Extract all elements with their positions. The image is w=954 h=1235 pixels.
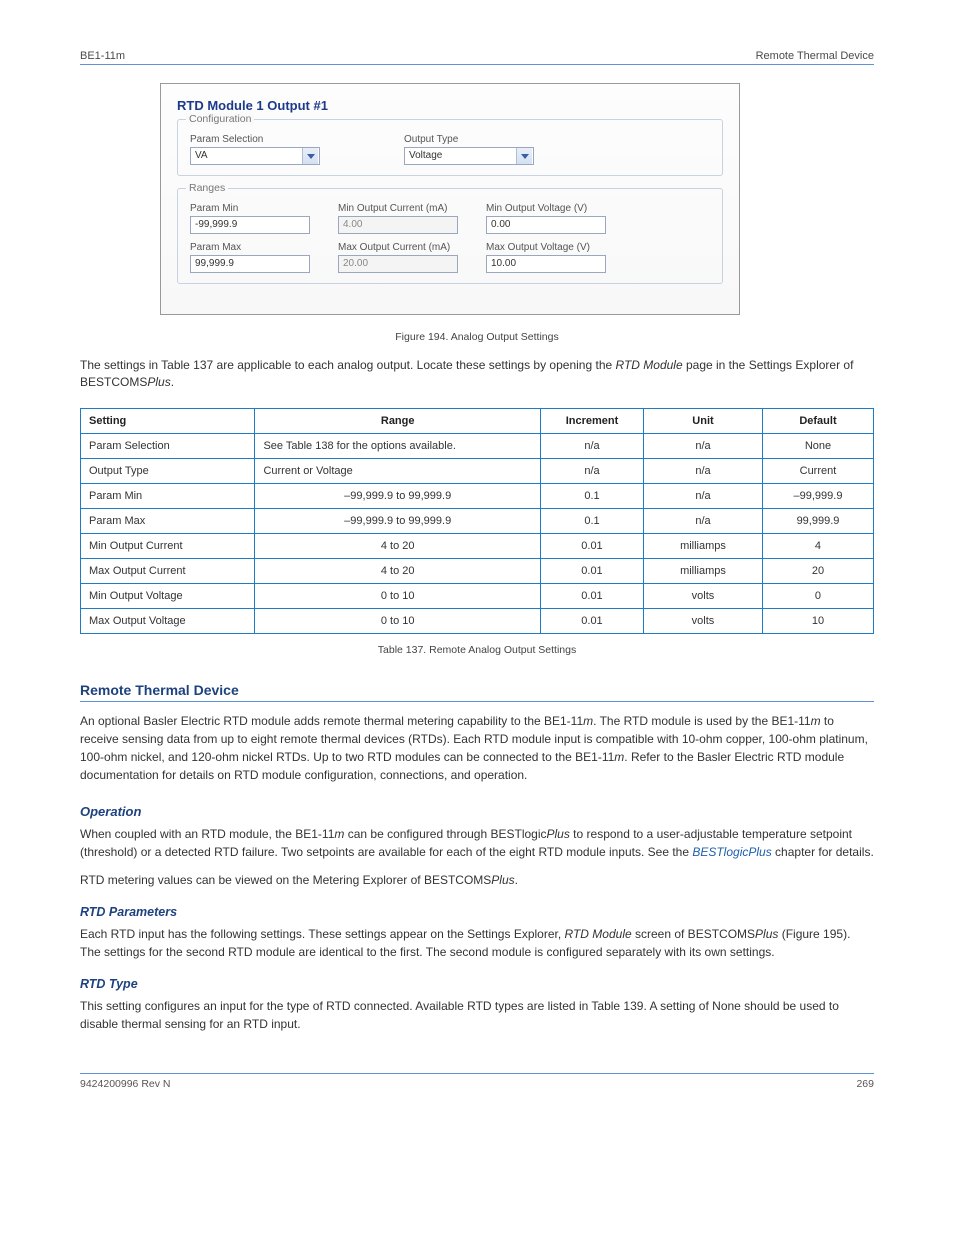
figure-title: RTD Module 1 Output #1 — [177, 98, 723, 113]
table-body: Param Selection See Table 138 for the op… — [81, 433, 874, 633]
col-increment: Increment — [540, 408, 643, 433]
legend-configuration: Configuration — [186, 113, 254, 125]
input-min-output-voltage[interactable]: 0.00 — [486, 216, 606, 234]
subhead-operation: Operation — [80, 804, 874, 819]
subhead-rtd-type: RTD Type — [80, 977, 874, 991]
para-metering: RTD metering values can be viewed on the… — [80, 871, 874, 889]
para-rtd-type: This setting configures an input for the… — [80, 997, 874, 1033]
table-row: Max Output Voltage 0 to 10 0.01 volts 10 — [81, 608, 874, 633]
figure-analog-output: RTD Module 1 Output #1 Configuration Par… — [160, 83, 740, 315]
fieldset-configuration: Configuration Param Selection VA Output … — [177, 119, 723, 176]
col-setting: Setting — [81, 408, 255, 433]
table-row: Min Output Current 4 to 20 0.01 milliamp… — [81, 533, 874, 558]
label-min-output-voltage: Min Output Voltage (V) — [486, 203, 606, 214]
input-min-output-current: 4.00 — [338, 216, 458, 234]
page-footer: 9424200996 Rev N 269 — [80, 1073, 874, 1090]
footer-left: 9424200996 Rev N — [80, 1078, 171, 1090]
label-max-output-voltage: Max Output Voltage (V) — [486, 242, 606, 253]
table-row: Param Min –99,999.9 to 99,999.9 0.1 n/a … — [81, 483, 874, 508]
chevron-down-icon — [516, 148, 532, 164]
chevron-down-icon — [302, 148, 318, 164]
label-param-max: Param Max — [190, 242, 310, 253]
para-intro: An optional Basler Electric RTD module a… — [80, 712, 874, 784]
label-output-type: Output Type — [404, 134, 534, 145]
page-header: BE1-11m Remote Thermal Device — [80, 50, 874, 65]
input-max-output-current: 20.00 — [338, 255, 458, 273]
table-row: Param Selection See Table 138 for the op… — [81, 433, 874, 458]
table-row: Min Output Voltage 0 to 10 0.01 volts 0 — [81, 583, 874, 608]
col-unit: Unit — [644, 408, 763, 433]
table-row: Param Max –99,999.9 to 99,999.9 0.1 n/a … — [81, 508, 874, 533]
table-row: Max Output Current 4 to 20 0.01 milliamp… — [81, 558, 874, 583]
subhead-rtd-parameters: RTD Parameters — [80, 905, 874, 919]
para-operation: When coupled with an RTD module, the BE1… — [80, 825, 874, 861]
table-caption: Table 137. Remote Analog Output Settings — [80, 644, 874, 656]
dropdown-output-type[interactable]: Voltage — [404, 147, 534, 165]
legend-ranges: Ranges — [186, 182, 228, 194]
figure-caption: Figure 194. Analog Output Settings — [80, 331, 874, 343]
footer-right: 269 — [856, 1078, 874, 1090]
input-max-output-voltage[interactable]: 10.00 — [486, 255, 606, 273]
header-left: BE1-11m — [80, 50, 125, 62]
fieldset-ranges: Ranges Param Min -99,999.9 Min Output Cu… — [177, 188, 723, 284]
col-default: Default — [762, 408, 873, 433]
col-range: Range — [255, 408, 540, 433]
dropdown-param-selection[interactable]: VA — [190, 147, 320, 165]
link-bestlogicplus[interactable]: BESTlogicPlus — [692, 845, 771, 859]
label-max-output-current: Max Output Current (mA) — [338, 242, 458, 253]
label-param-selection: Param Selection — [190, 134, 320, 145]
input-param-max[interactable]: 99,999.9 — [190, 255, 310, 273]
intro-text: The settings in Table 137 are applicable… — [80, 357, 874, 392]
table-header-row: Setting Range Increment Unit Default — [81, 408, 874, 433]
section-title: Remote Thermal Device — [80, 682, 874, 702]
para-rtd-params: Each RTD input has the following setting… — [80, 925, 874, 961]
table-row: Output Type Current or Voltage n/a n/a C… — [81, 458, 874, 483]
header-right: Remote Thermal Device — [756, 50, 874, 62]
label-param-min: Param Min — [190, 203, 310, 214]
table-remote-analog-output: Setting Range Increment Unit Default Par… — [80, 408, 874, 634]
input-param-min[interactable]: -99,999.9 — [190, 216, 310, 234]
label-min-output-current: Min Output Current (mA) — [338, 203, 458, 214]
